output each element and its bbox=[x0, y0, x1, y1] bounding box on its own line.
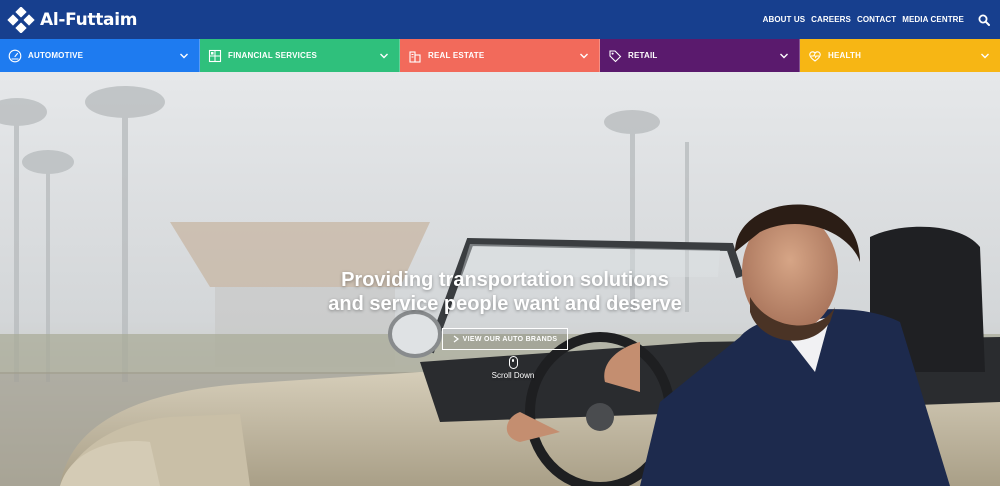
site-logo[interactable]: Al-Futtaim bbox=[6, 6, 138, 33]
division-label: REAL ESTATE bbox=[428, 51, 485, 60]
hero-copy: Providing transportation solutions and s… bbox=[250, 268, 760, 350]
chevron-down-icon bbox=[981, 53, 989, 58]
division-label: FINANCIAL SERVICES bbox=[228, 51, 318, 60]
logo-text: Al-Futtaim bbox=[40, 9, 138, 30]
logo-mark-icon bbox=[7, 6, 35, 33]
division-label: AUTOMOTIVE bbox=[28, 51, 84, 60]
division-label: RETAIL bbox=[628, 51, 658, 60]
top-header: Al-Futtaim ABOUT US CAREERS CONTACT MEDI… bbox=[0, 0, 1000, 39]
top-nav: ABOUT US CAREERS CONTACT MEDIA CENTRE bbox=[763, 14, 990, 26]
division-label: HEALTH bbox=[828, 51, 862, 60]
nav-media-centre[interactable]: MEDIA CENTRE bbox=[902, 15, 964, 24]
division-automotive[interactable]: AUTOMOTIVE bbox=[0, 39, 200, 72]
nav-careers[interactable]: CAREERS bbox=[811, 15, 851, 24]
scroll-down[interactable]: Scroll Down bbox=[480, 356, 546, 380]
division-bar: AUTOMOTIVE FINANCIAL SERVICES REAL ESTAT… bbox=[0, 39, 1000, 72]
buildings-icon bbox=[409, 50, 421, 63]
scroll-down-label: Scroll Down bbox=[491, 371, 535, 380]
chevron-down-icon bbox=[780, 53, 788, 58]
chevron-down-icon bbox=[380, 53, 388, 58]
view-auto-brands-button[interactable]: VIEW OUR AUTO BRANDS bbox=[441, 328, 569, 350]
chevron-down-icon bbox=[180, 53, 188, 58]
hero-title: Providing transportation solutions and s… bbox=[328, 269, 682, 315]
division-financial-services[interactable]: FINANCIAL SERVICES bbox=[200, 39, 400, 72]
nav-about-us[interactable]: ABOUT US bbox=[763, 15, 806, 24]
chevron-down-icon bbox=[580, 53, 588, 58]
tag-icon bbox=[609, 49, 622, 62]
heart-pulse-icon bbox=[809, 50, 821, 62]
mouse-icon bbox=[508, 356, 518, 369]
division-real-estate[interactable]: REAL ESTATE bbox=[400, 39, 600, 72]
chevron-right-icon bbox=[453, 335, 459, 343]
search-icon[interactable] bbox=[978, 14, 990, 26]
division-health[interactable]: HEALTH bbox=[800, 39, 1000, 72]
division-retail[interactable]: RETAIL bbox=[600, 39, 800, 72]
calculator-icon bbox=[208, 49, 222, 62]
hero-banner: Providing transportation solutions and s… bbox=[0, 72, 1000, 486]
speedometer-icon bbox=[8, 49, 22, 62]
cta-label: VIEW OUR AUTO BRANDS bbox=[462, 335, 558, 343]
nav-contact[interactable]: CONTACT bbox=[857, 15, 896, 24]
